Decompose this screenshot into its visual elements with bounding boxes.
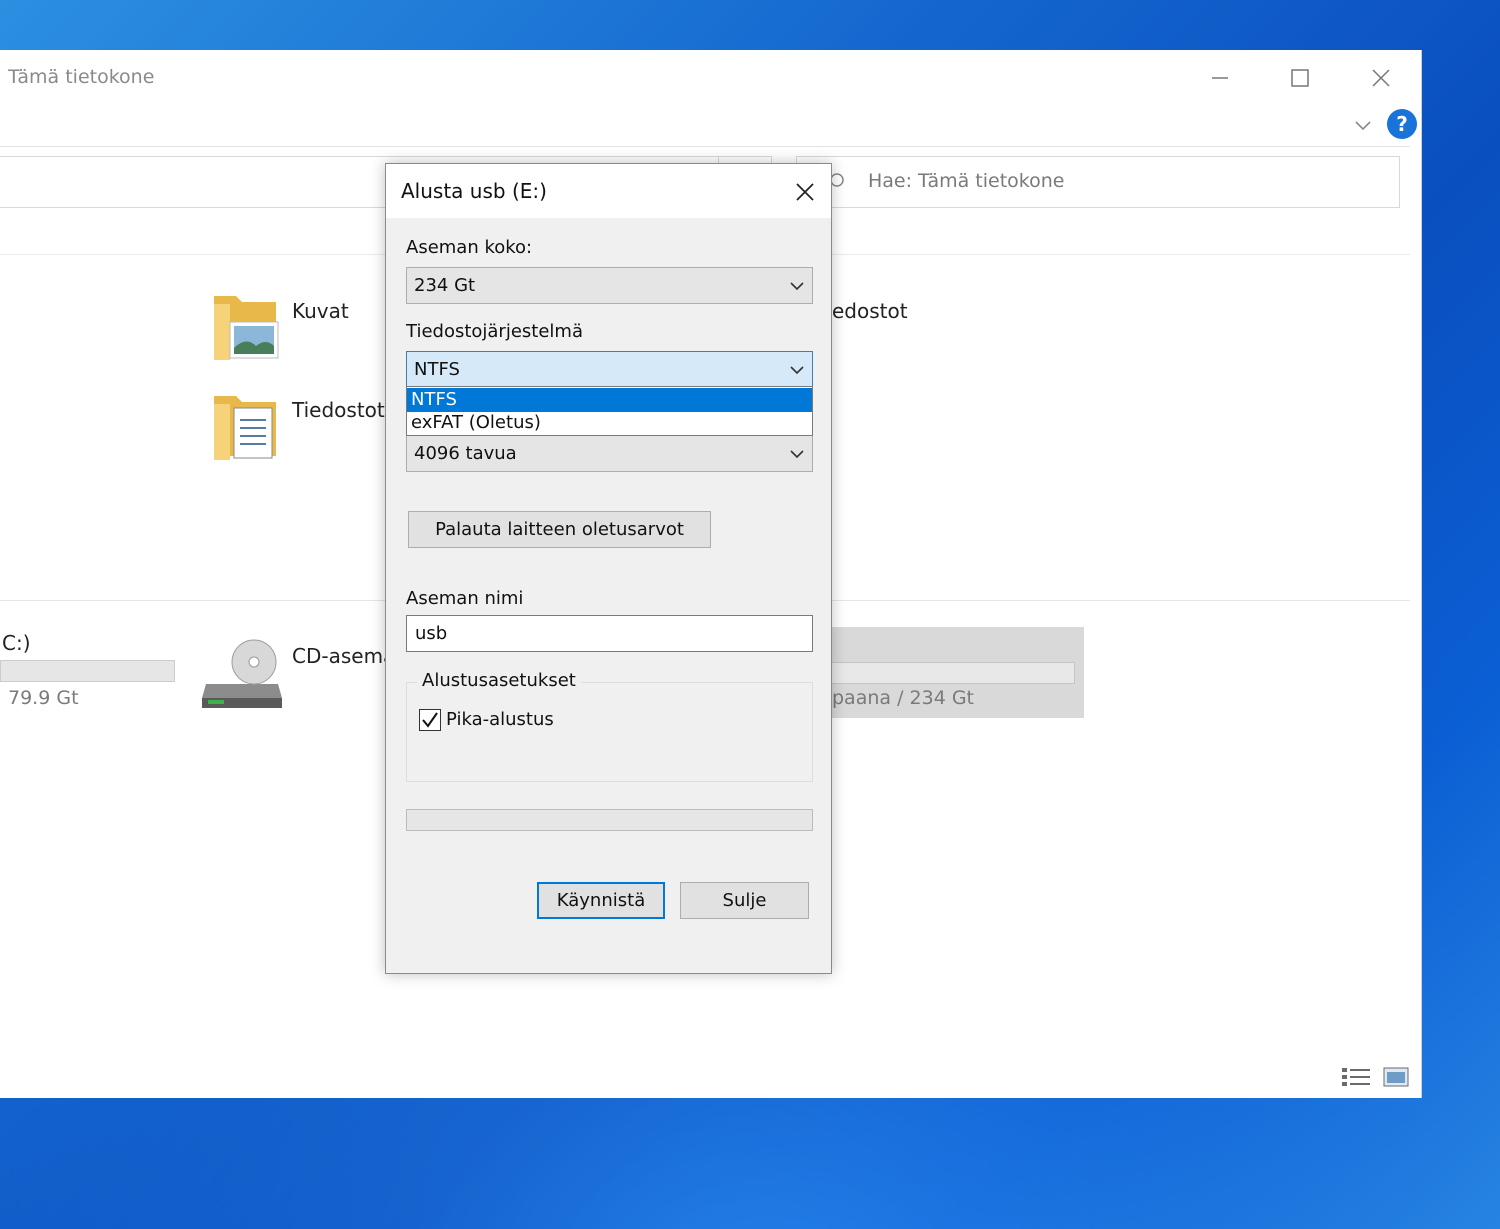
capacity-value: 234 Gt — [414, 275, 476, 296]
quick-format-checkbox[interactable] — [419, 709, 441, 731]
minimize-icon — [1212, 77, 1228, 79]
usb-usage-bar — [830, 662, 1075, 684]
maximize-button[interactable] — [1270, 58, 1330, 98]
close-icon — [1372, 69, 1390, 87]
close-icon — [796, 183, 814, 201]
dialog-title: Alusta usb (E:) — [401, 179, 547, 203]
filesystem-dropdown-list: NTFS exFAT (Oletus) — [406, 386, 813, 436]
format-options-title: Alustusasetukset — [417, 670, 581, 691]
format-progress-bar — [406, 809, 813, 831]
dropdown-option-exfat[interactable]: exFAT (Oletus) — [407, 411, 812, 435]
chevron-down-icon — [790, 282, 804, 291]
documents-folder-icon[interactable] — [210, 390, 282, 462]
chevron-down-icon — [790, 450, 804, 459]
dialog-titlebar: Alusta usb (E:) — [386, 164, 831, 218]
filesystem-label: Tiedostojärjestelmä — [406, 321, 583, 342]
explorer-titlebar: Tämä tietokone — [0, 50, 1421, 104]
drive-c-usage-bar — [0, 660, 175, 682]
restore-defaults-button[interactable]: Palauta laitteen oletusarvot — [408, 511, 711, 548]
format-options-group — [406, 682, 813, 782]
quick-format-label[interactable]: Pika-alustus — [446, 709, 554, 730]
cd-drive-label[interactable]: CD-asema — [292, 644, 395, 668]
drive-c-size: 79.9 Gt — [8, 687, 79, 709]
cd-drive-icon[interactable] — [200, 636, 284, 712]
volume-label-label: Aseman nimi — [406, 588, 524, 609]
divider — [0, 146, 1410, 147]
window-title: Tämä tietokone — [8, 66, 155, 88]
start-button[interactable]: Käynnistä — [537, 882, 665, 919]
filesystem-value: NTFS — [414, 359, 460, 380]
maximize-icon — [1291, 69, 1309, 87]
volume-label-input[interactable]: usb — [406, 615, 813, 652]
volume-label-value: usb — [415, 623, 448, 644]
view-details-icon[interactable] — [1340, 1065, 1410, 1089]
help-button[interactable]: ? — [1387, 109, 1417, 139]
dialog-close-button[interactable] — [790, 178, 820, 206]
chevron-down-icon[interactable] — [1350, 112, 1376, 138]
dropdown-option-ntfs[interactable]: NTFS — [407, 388, 812, 412]
checkmark-icon — [422, 712, 438, 728]
minimize-button[interactable] — [1190, 58, 1250, 98]
window-close-button[interactable] — [1351, 58, 1411, 98]
capacity-select[interactable]: 234 Gt — [406, 267, 813, 304]
allocation-unit-select[interactable]: 4096 tavua — [406, 435, 813, 472]
search-placeholder: Hae: Tämä tietokone — [868, 170, 1065, 192]
usb-drive-size: paana / 234 Gt — [832, 687, 974, 709]
folder-label-tiedostot[interactable]: Tiedostot — [292, 398, 385, 422]
close-button[interactable]: Sulje — [680, 882, 809, 919]
format-dialog: Alusta usb (E:) Aseman koko: 234 Gt Tied… — [385, 163, 832, 974]
folder-label-kuvat[interactable]: Kuvat — [292, 299, 349, 323]
capacity-label: Aseman koko: — [406, 237, 533, 258]
folder-label-partial[interactable]: edostot — [832, 299, 908, 323]
allocation-value: 4096 tavua — [414, 443, 517, 464]
drive-c-label[interactable]: C:) — [2, 631, 31, 655]
filesystem-select[interactable]: NTFS — [406, 351, 813, 388]
pictures-folder-icon[interactable] — [210, 290, 282, 362]
chevron-down-icon — [790, 366, 804, 375]
